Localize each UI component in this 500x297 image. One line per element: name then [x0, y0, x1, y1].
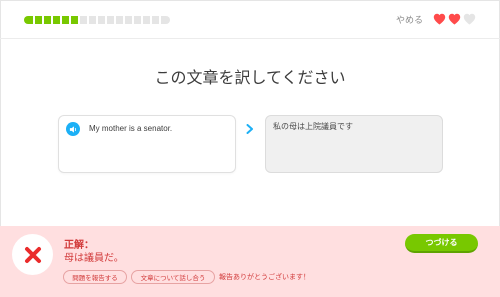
heart-icon [463, 13, 476, 25]
progress-segment [134, 16, 141, 24]
chevron-right-icon [246, 124, 253, 134]
quit-link[interactable]: やめる [396, 13, 423, 26]
progress-segment [80, 16, 87, 24]
progress-segment [35, 16, 42, 24]
progress-segment [53, 16, 60, 24]
progress-segment [98, 16, 105, 24]
continue-button[interactable]: つづける [405, 234, 478, 253]
heart-icon [433, 13, 446, 25]
heart-icon [448, 13, 461, 25]
progress-segment [116, 16, 123, 24]
progress-segment [24, 16, 33, 24]
error-badge [12, 234, 53, 275]
source-sentence: My mother is a senator. [89, 124, 173, 133]
answer-text: 私の母は上院議員です [273, 122, 353, 131]
source-sentence-card: My mother is a senator. [58, 115, 236, 173]
report-thanks-text: 報告ありがとうございます！ [219, 273, 310, 281]
progress-segment [161, 16, 170, 24]
progress-segment [125, 16, 132, 24]
progress-segment [71, 16, 78, 24]
hearts [433, 13, 476, 25]
answer-input[interactable]: 私の母は上院議員です [265, 115, 443, 173]
progress-segment [62, 16, 69, 24]
progress-segment [107, 16, 114, 24]
x-mark-icon [24, 246, 41, 263]
speaker-icon[interactable] [66, 122, 80, 136]
header-divider [0, 38, 500, 39]
prompt-title: この文章を訳してください [154, 68, 346, 87]
progress-segment [152, 16, 159, 24]
correct-answer: 母は議員だ。 [64, 253, 124, 264]
report-problem-button[interactable]: 問題を報告する [63, 270, 127, 284]
progress-segment [143, 16, 150, 24]
discuss-sentence-button[interactable]: 文章について話し合う [131, 270, 215, 284]
progress-bar [24, 16, 170, 24]
progress-segment [89, 16, 96, 24]
progress-segment [44, 16, 51, 24]
